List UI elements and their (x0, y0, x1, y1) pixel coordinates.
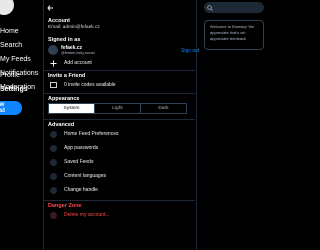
account-heading: Account (48, 18, 70, 24)
appearance-heading: Appearance (48, 96, 80, 102)
nav-settings[interactable]: Settings (0, 86, 28, 93)
at-icon (48, 185, 58, 195)
trash-icon (48, 210, 58, 220)
danger-zone-heading: Danger Zone (48, 203, 82, 209)
delete-account-label: Delete my account... (64, 212, 110, 218)
account-handle: @fefaek.bsky.social (61, 51, 95, 55)
add-account-label: Add account (64, 60, 92, 66)
appearance-light[interactable]: Light (94, 103, 141, 114)
welcome-line-2: appreciate that's wh (210, 30, 246, 35)
welcome-line-3: appreciate feedback (210, 36, 247, 41)
divider (44, 70, 195, 71)
home-feed-preferences-label: Home Feed Preferences (64, 131, 119, 137)
account-email: Email: admin@fefaek.cz (48, 25, 100, 30)
bookmark-icon (48, 157, 58, 167)
app-passwords-label: App passwords (64, 145, 99, 151)
invite-heading: Invite a Friend (48, 73, 86, 79)
saved-feeds-button[interactable]: Saved Feeds (48, 157, 193, 167)
invite-codes-label: 0 invite codes available (64, 82, 116, 88)
appearance-dark[interactable]: Dark (140, 103, 187, 114)
content-languages-button[interactable]: Content languages (48, 171, 193, 181)
divider (196, 0, 197, 250)
language-icon (48, 171, 58, 181)
nav-profile-label[interactable]: Profile (0, 72, 20, 79)
ticket-icon (48, 80, 58, 90)
sliders-icon (48, 129, 58, 139)
invite-codes-button[interactable]: 0 invite codes available (48, 80, 193, 90)
appearance-system[interactable]: System (48, 103, 95, 114)
change-handle-button[interactable]: Change handle (48, 185, 193, 195)
divider (44, 200, 195, 201)
advanced-heading: Advanced (48, 122, 75, 128)
welcome-text: Welcome to Bluesky! We (210, 24, 255, 29)
home-feed-preferences-button[interactable]: Home Feed Preferences (48, 129, 193, 139)
change-handle-label: Change handle (64, 187, 98, 193)
delete-account-button[interactable]: Delete my account... (48, 210, 193, 220)
saved-feeds-label: Saved Feeds (64, 159, 94, 165)
nav-home[interactable]: Home (0, 28, 19, 35)
add-account-button[interactable]: Add account (48, 58, 193, 68)
content-languages-label: Content languages (64, 173, 106, 179)
search-input[interactable] (204, 2, 264, 13)
avatar[interactable] (0, 0, 14, 15)
signed-in-heading: Signed in as (48, 37, 81, 43)
nav-search[interactable]: Search (0, 42, 22, 49)
app-passwords-button[interactable]: App passwords (48, 143, 193, 153)
divider (44, 119, 195, 120)
nav-my-feeds[interactable]: My Feeds (0, 56, 31, 63)
arrow-left-icon[interactable] (47, 4, 55, 12)
divider (44, 93, 195, 94)
lock-icon (48, 143, 58, 153)
search-icon (207, 5, 213, 11)
new-post-button[interactable]: New Post (0, 101, 22, 115)
divider (43, 0, 44, 250)
plus-icon (48, 58, 58, 68)
avatar (48, 45, 58, 55)
sign-out-link[interactable]: Sign out (181, 48, 199, 54)
